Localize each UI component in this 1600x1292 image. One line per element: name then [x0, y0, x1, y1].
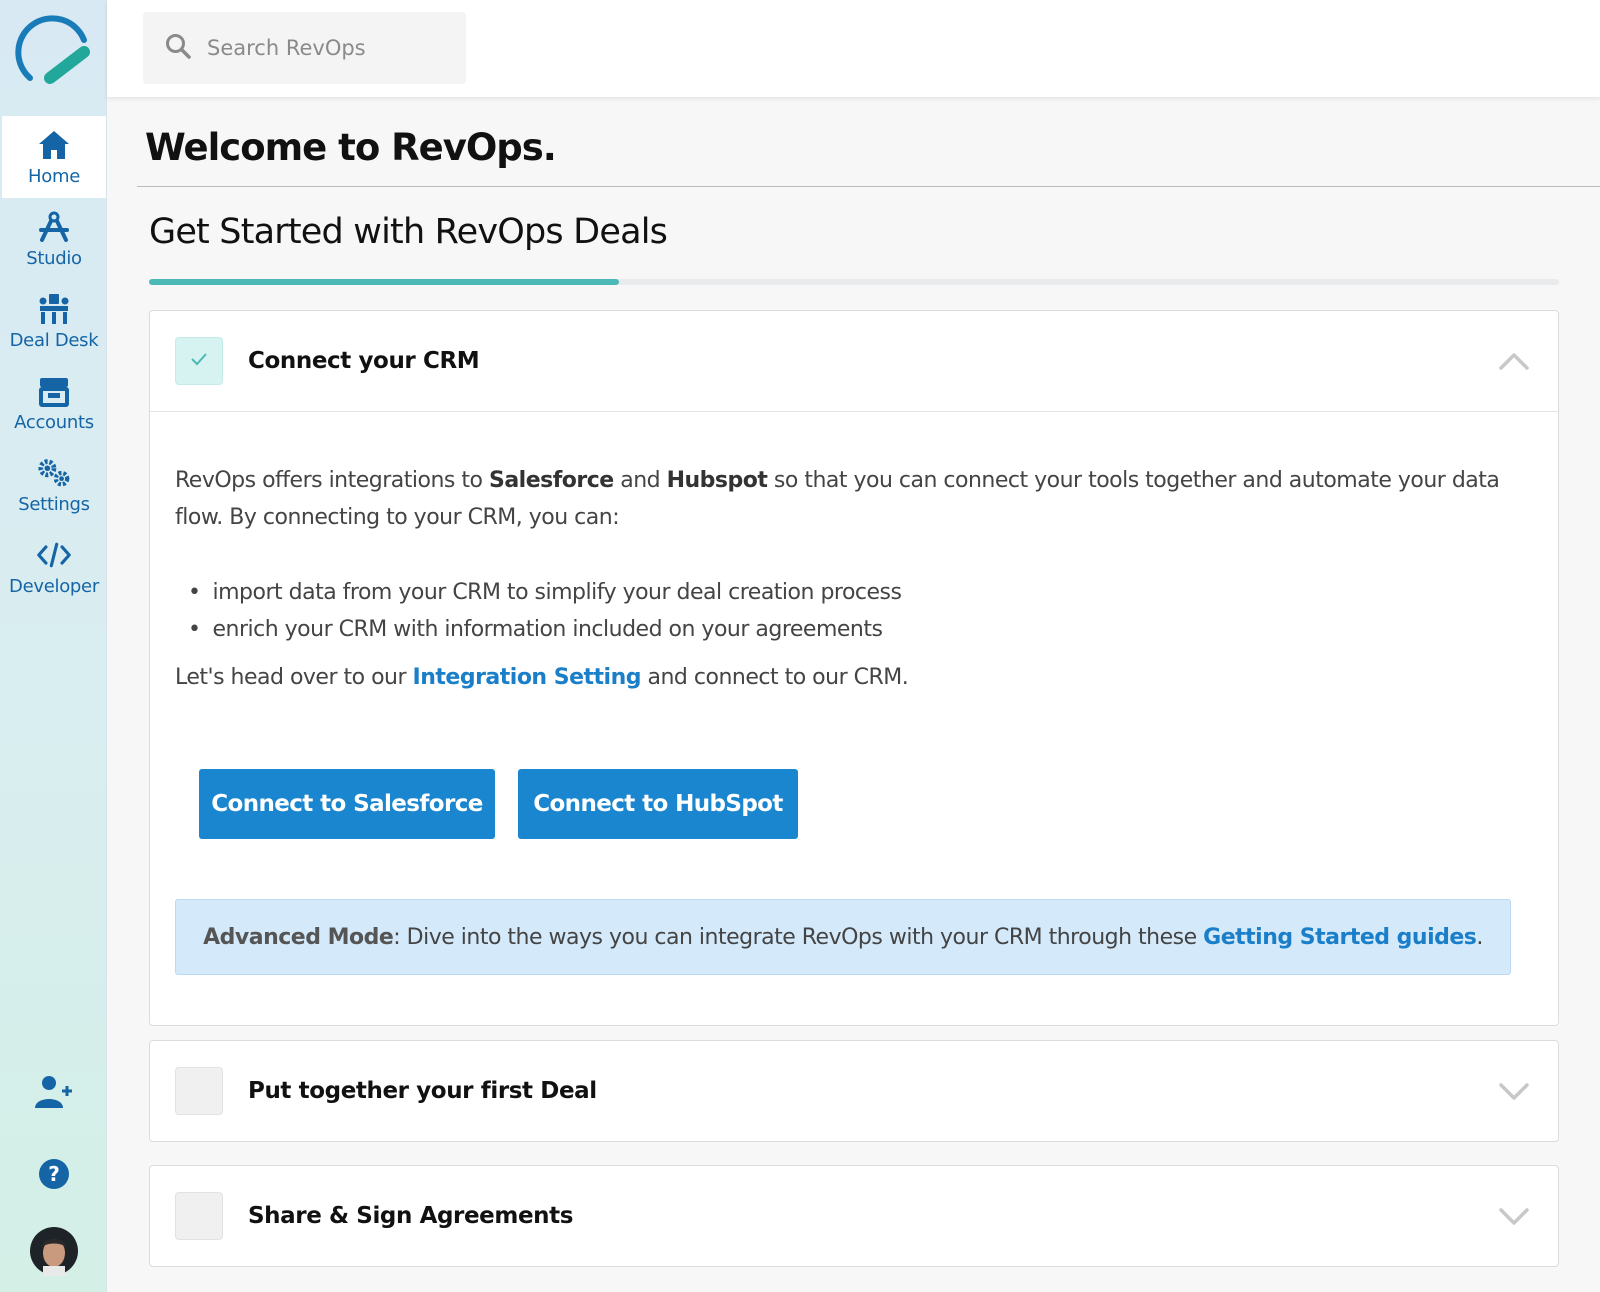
integration-setting-link[interactable]: Integration Setting [413, 665, 642, 690]
developer-icon [37, 538, 71, 572]
sidebar-item-accounts[interactable]: Accounts [2, 362, 106, 444]
step-checkbox[interactable] [175, 1067, 223, 1115]
search-input[interactable] [207, 36, 457, 60]
callout-text: : Dive into the ways you can integrate R… [393, 924, 1204, 950]
advanced-mode-callout: Advanced Mode: Dive into the ways you ca… [175, 899, 1511, 975]
sidebar-item-label: Studio [26, 247, 82, 269]
step-body: RevOps offers integrations to Salesforce… [150, 411, 1558, 1025]
hubspot-label: Hubspot [666, 468, 768, 493]
revops-logo-icon[interactable] [0, 0, 107, 116]
section-title: Get Started with RevOps Deals [149, 212, 668, 252]
title-divider [137, 186, 1600, 187]
connect-salesforce-button[interactable]: Connect to Salesforce [199, 769, 495, 839]
onboarding-progress-bar [149, 279, 1559, 285]
advanced-mode-label: Advanced Mode [203, 924, 394, 950]
chevron-down-icon[interactable] [1498, 1200, 1530, 1232]
help-button[interactable]: ? [0, 1158, 107, 1195]
sidebar: Home Studio Deal Desk Accounts Settings … [0, 0, 107, 1292]
salesforce-label: Salesforce [488, 468, 614, 493]
sidebar-item-label: Home [28, 165, 80, 187]
step-header[interactable]: Put together your first Deal [150, 1041, 1558, 1141]
chevron-down-icon[interactable] [1498, 1075, 1530, 1107]
step-title: Put together your first Deal [248, 1078, 597, 1104]
sidebar-item-deal-desk[interactable]: Deal Desk [2, 280, 106, 362]
settings-icon [37, 456, 71, 490]
benefit-list: import data from your CRM to simplify yo… [210, 574, 902, 648]
sidebar-item-label: Settings [18, 493, 90, 515]
search-icon [165, 33, 191, 64]
search-box[interactable] [143, 12, 466, 84]
list-item: enrich your CRM with information include… [210, 611, 901, 648]
step-card-connect-crm: Connect your CRM RevOps offers integrati… [149, 310, 1559, 1026]
add-user-icon [34, 1074, 74, 1115]
cta-text: Let's head over to our [175, 665, 413, 690]
studio-icon [37, 210, 71, 244]
getting-started-guides-link[interactable]: Getting Started guides [1203, 925, 1477, 950]
page-title: Welcome to RevOps. [145, 126, 557, 169]
cta-text: and connect to our CRM. [641, 665, 909, 690]
sidebar-item-developer[interactable]: Developer [2, 526, 106, 608]
cta-paragraph: Let's head over to our Integration Setti… [175, 665, 909, 690]
sidebar-item-label: Developer [9, 575, 99, 597]
sidebar-item-studio[interactable]: Studio [2, 198, 106, 280]
sidebar-item-label: Deal Desk [9, 329, 99, 351]
intro-text: RevOps offers integrations to [175, 468, 489, 493]
intro-paragraph: RevOps offers integrations to Salesforce… [175, 462, 1535, 536]
progress-fill [149, 279, 619, 285]
step-header[interactable]: Connect your CRM [150, 311, 1558, 411]
intro-text: and [613, 468, 667, 493]
deal-desk-icon [37, 292, 71, 326]
list-item: import data from your CRM to simplify yo… [210, 574, 902, 611]
step-card-first-deal: Put together your first Deal [149, 1040, 1559, 1142]
home-icon [37, 128, 71, 162]
check-icon [190, 352, 208, 371]
avatar[interactable] [0, 1226, 107, 1276]
step-checkbox[interactable] [175, 1192, 223, 1240]
sidebar-item-label: Accounts [14, 411, 94, 433]
sidebar-item-settings[interactable]: Settings [2, 444, 106, 526]
chevron-up-icon[interactable] [1498, 345, 1530, 377]
step-card-share-sign: Share & Sign Agreements [149, 1165, 1559, 1267]
step-title: Share & Sign Agreements [248, 1203, 573, 1229]
add-user-button[interactable] [0, 1074, 107, 1115]
sidebar-item-home[interactable]: Home [2, 116, 106, 198]
top-bar [107, 0, 1600, 97]
step-checkbox[interactable] [175, 337, 223, 385]
step-header[interactable]: Share & Sign Agreements [150, 1166, 1558, 1266]
svg-text:?: ? [48, 1162, 60, 1186]
accounts-icon [37, 374, 71, 408]
step-title: Connect your CRM [248, 348, 480, 374]
callout-end: . [1476, 924, 1483, 950]
connect-hubspot-button[interactable]: Connect to HubSpot [518, 769, 798, 839]
help-icon: ? [38, 1158, 70, 1195]
